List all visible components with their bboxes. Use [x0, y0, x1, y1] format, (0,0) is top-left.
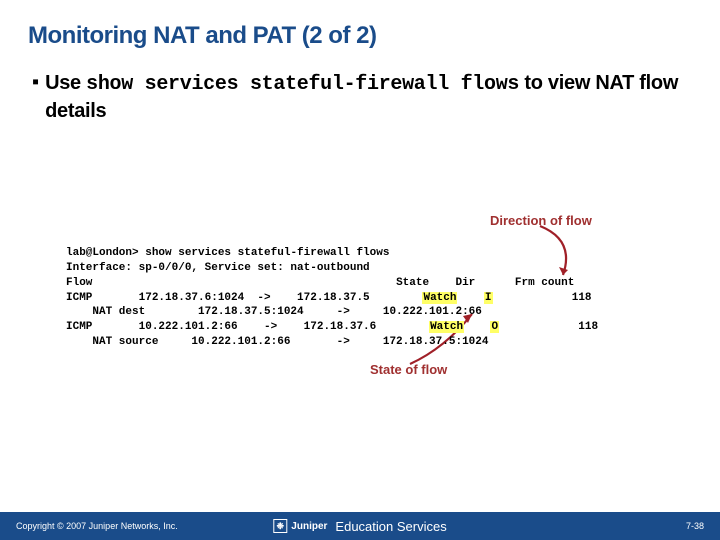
dir-highlight: O — [490, 321, 499, 333]
row: ICMP 172.18.37.6:1024 -> 172.18.37.5 — [66, 292, 422, 304]
annotation-direction-label: Direction of flow — [490, 213, 592, 228]
prompt: lab@London> — [66, 247, 145, 259]
gap — [464, 321, 490, 333]
bullet-text: Use show services stateful-firewall flow… — [45, 70, 700, 124]
bullet-marker: ▪ — [32, 70, 39, 94]
frm: 118 — [499, 321, 598, 333]
brand-text: Juniper — [291, 521, 327, 532]
state-highlight: Watch — [422, 292, 457, 304]
footer-bar: Copyright © 2007 Juniper Networks, Inc. … — [0, 512, 720, 540]
gap — [457, 292, 483, 304]
annotation-state-label: State of flow — [370, 362, 447, 377]
frm: 118 — [493, 292, 592, 304]
copyright: Copyright © 2007 Juniper Networks, Inc. — [16, 521, 178, 531]
bullet-item: ▪ Use show services stateful-firewall fl… — [0, 64, 720, 124]
row: ICMP 10.222.101.2:66 -> 172.18.37.6 — [66, 321, 429, 333]
term-line: Interface: sp-0/0/0, Service set: nat-ou… — [66, 262, 370, 274]
row: NAT source 10.222.101.2:66 -> 172.18.37.… — [66, 336, 488, 348]
logo-icon: ❉ — [273, 519, 287, 533]
slide-title: Monitoring NAT and PAT (2 of 2) — [0, 0, 720, 64]
command: show services stateful-firewall flows — [145, 247, 389, 259]
row: NAT dest 172.18.37.5:1024 -> 10.222.101.… — [66, 306, 482, 318]
page-number: 7-38 — [686, 521, 704, 531]
brand-logo: ❉ Juniper — [273, 519, 327, 533]
col-flow: Flow — [66, 277, 92, 289]
footer-center: ❉ Juniper Education Services — [273, 519, 446, 534]
col-state: State — [396, 277, 429, 289]
bullet-prefix: Use — [45, 72, 86, 94]
bullet-code: show services stateful-firewall flows — [86, 73, 519, 96]
col-dir: Dir — [455, 277, 475, 289]
terminal-output: lab@London> show services stateful-firew… — [66, 246, 698, 350]
dir-highlight: I — [484, 292, 493, 304]
state-highlight: Watch — [429, 321, 464, 333]
service-text: Education Services — [335, 519, 446, 534]
col-frm: Frm count — [515, 277, 574, 289]
